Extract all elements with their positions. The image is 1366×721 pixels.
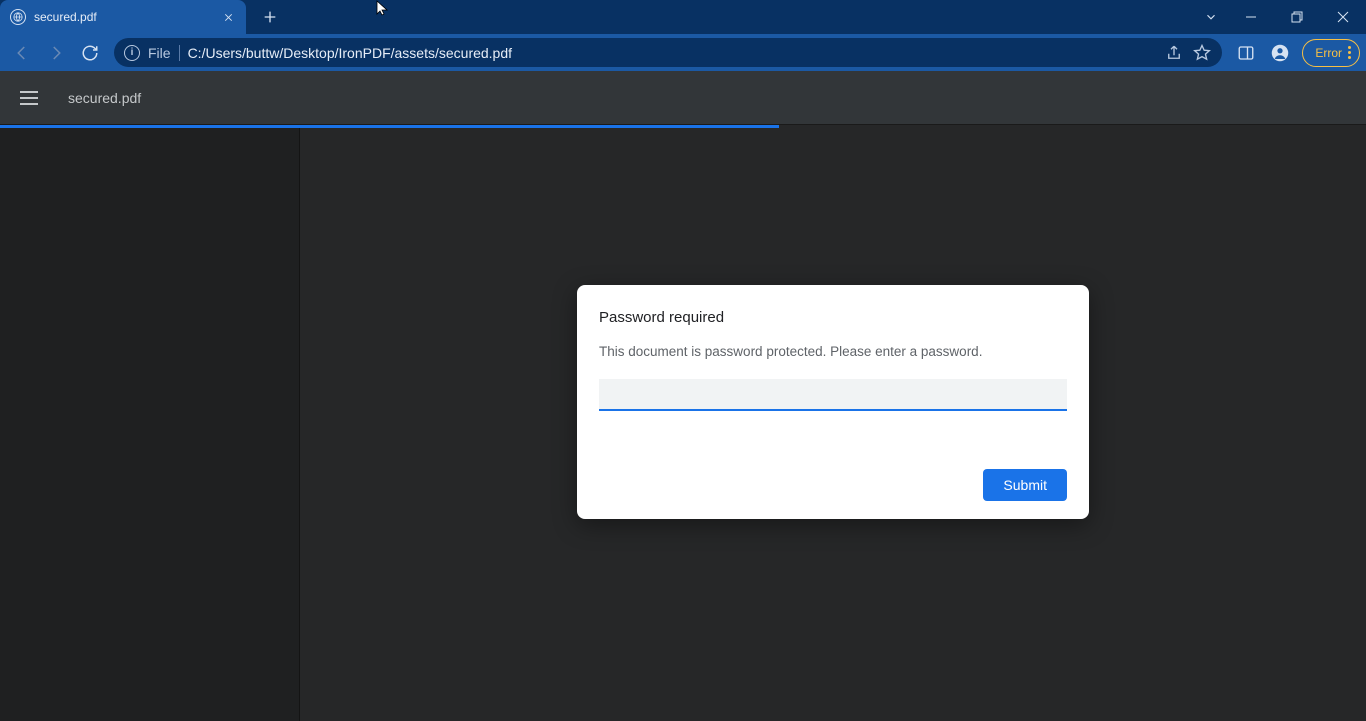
url-divider [179, 45, 180, 61]
minimize-button[interactable] [1228, 0, 1274, 34]
page-info-icon[interactable]: i [124, 45, 140, 61]
profile-icon[interactable] [1264, 37, 1296, 69]
maximize-button[interactable] [1274, 0, 1320, 34]
url-text: C:/Users/buttw/Desktop/IronPDF/assets/se… [188, 45, 1157, 61]
browser-tab[interactable]: secured.pdf [0, 0, 246, 34]
tab-title: secured.pdf [34, 10, 212, 24]
back-button[interactable] [6, 37, 38, 69]
share-icon[interactable] [1164, 43, 1184, 63]
new-tab-button[interactable] [256, 3, 284, 31]
more-menu-icon [1348, 46, 1351, 59]
bookmark-star-icon[interactable] [1192, 43, 1212, 63]
pdf-main-area: Password required This document is passw… [300, 125, 1366, 721]
dialog-title: Password required [599, 309, 1067, 326]
browser-titlebar: secured.pdf [0, 0, 1366, 34]
tab-close-button[interactable] [220, 9, 236, 25]
password-input[interactable] [599, 379, 1067, 411]
pdf-filename: secured.pdf [68, 90, 141, 106]
close-window-button[interactable] [1320, 0, 1366, 34]
pdf-viewer: secured.pdf Password required This docum… [0, 71, 1366, 721]
globe-icon [10, 9, 26, 25]
hamburger-menu-icon[interactable] [20, 86, 44, 110]
dialog-actions: Submit [599, 469, 1067, 501]
address-bar[interactable]: i File C:/Users/buttw/Desktop/IronPDF/as… [114, 38, 1222, 67]
extensions-error-button[interactable]: Error [1302, 39, 1360, 67]
browser-toolbar: i File C:/Users/buttw/Desktop/IronPDF/as… [0, 34, 1366, 71]
reload-button[interactable] [74, 37, 106, 69]
submit-button[interactable]: Submit [983, 469, 1067, 501]
error-label: Error [1315, 46, 1342, 60]
loading-progress-bar [0, 125, 779, 128]
dialog-message: This document is password protected. Ple… [599, 344, 1067, 359]
password-dialog: Password required This document is passw… [577, 285, 1089, 519]
pdf-body: Password required This document is passw… [0, 125, 1366, 721]
forward-button[interactable] [40, 37, 72, 69]
url-scheme-label: File [148, 45, 171, 61]
pdf-thumbnail-panel [0, 125, 300, 721]
search-tabs-button[interactable] [1194, 0, 1228, 34]
side-panel-icon[interactable] [1230, 37, 1262, 69]
pdf-viewer-toolbar: secured.pdf [0, 71, 1366, 125]
window-controls [1194, 0, 1366, 34]
